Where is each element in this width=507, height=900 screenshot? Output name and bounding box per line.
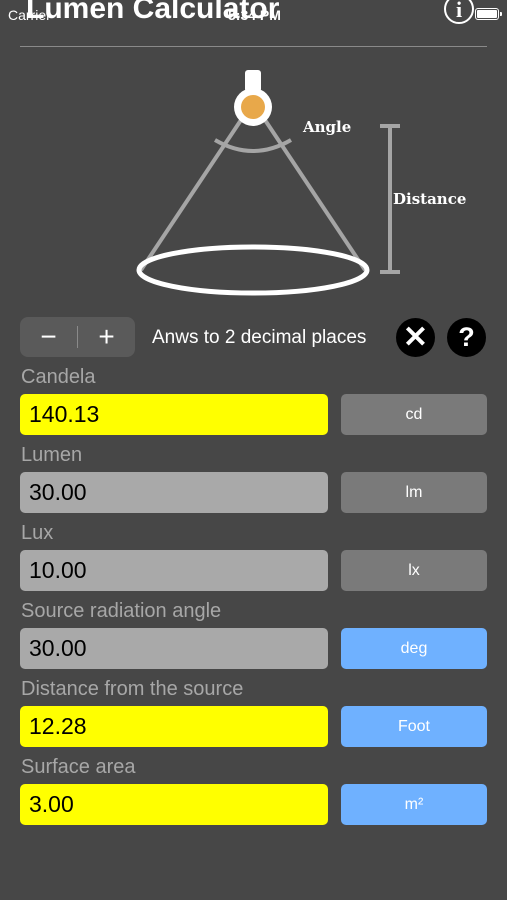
- surface-area-unit-button[interactable]: m²: [341, 784, 487, 825]
- illuminated-area-ellipse: [136, 244, 370, 296]
- close-icon: ✕: [402, 321, 429, 354]
- help-button[interactable]: ?: [447, 318, 486, 357]
- candela-input[interactable]: 140.13: [20, 394, 328, 435]
- bulb-icon: [241, 95, 265, 119]
- surface-area-label: Surface area: [21, 756, 136, 778]
- info-button[interactable]: i: [444, 0, 474, 24]
- lumen-label: Lumen: [21, 444, 83, 466]
- candela-unit-button[interactable]: cd: [341, 394, 487, 435]
- lumen-unit-button[interactable]: lm: [341, 472, 487, 513]
- lumen-input[interactable]: 30.00: [20, 472, 328, 513]
- decrease-precision-button[interactable]: −: [20, 317, 77, 357]
- header-divider: [20, 46, 487, 47]
- distance-unit-button[interactable]: Foot: [341, 706, 487, 747]
- battery-icon: [475, 8, 502, 20]
- lux-unit-button[interactable]: lx: [341, 550, 487, 591]
- light-cone-diagram: Angle Distance: [120, 66, 490, 296]
- lux-input[interactable]: 10.00: [20, 550, 328, 591]
- lux-label: Lux: [21, 522, 54, 544]
- page-title: Lumen Calculator: [26, 0, 280, 25]
- clear-button[interactable]: ✕: [396, 318, 435, 357]
- angle-label: Angle: [303, 118, 352, 136]
- cone-illustration: [136, 70, 400, 296]
- distance-input[interactable]: 12.28: [20, 706, 328, 747]
- precision-stepper: − +: [20, 317, 135, 357]
- distance-label: Distance: [393, 190, 467, 208]
- precision-label: Anws to 2 decimal places: [152, 327, 367, 348]
- increase-precision-button[interactable]: +: [78, 317, 135, 357]
- candela-label: Candela: [21, 366, 96, 388]
- angle-unit-button[interactable]: deg: [341, 628, 487, 669]
- angle-input[interactable]: 30.00: [20, 628, 328, 669]
- help-icon: ?: [458, 322, 475, 352]
- angle-field-label: Source radiation angle: [21, 600, 222, 622]
- distance-field-label: Distance from the source: [21, 678, 244, 700]
- info-icon: i: [455, 0, 463, 22]
- surface-area-input[interactable]: 3.00: [20, 784, 328, 825]
